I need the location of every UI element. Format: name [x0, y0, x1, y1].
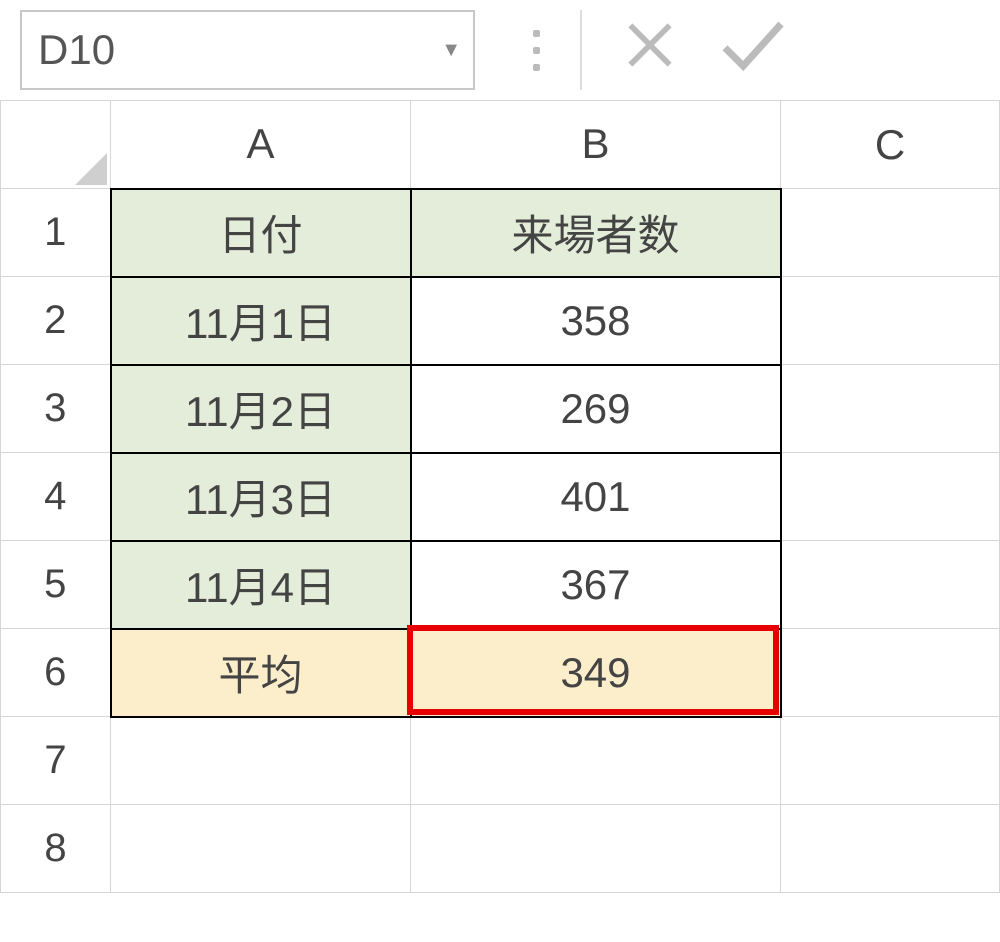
- dropdown-icon[interactable]: ▼: [441, 39, 461, 62]
- cell-A6[interactable]: 平均: [111, 629, 411, 717]
- cell-A8[interactable]: [111, 805, 411, 893]
- name-box[interactable]: D10 ▼: [20, 10, 475, 90]
- row-header-5[interactable]: 5: [1, 541, 111, 629]
- cell-B7[interactable]: [411, 717, 781, 805]
- name-box-value: D10: [38, 26, 115, 74]
- drag-handle-icon: [533, 30, 540, 71]
- cell-B6[interactable]: 349: [411, 629, 781, 717]
- spreadsheet-grid: A B C 1 日付 来場者数 2 11月1日 358 3 11月2日 269 …: [0, 100, 1000, 893]
- row-header-6[interactable]: 6: [1, 629, 111, 717]
- formula-bar: D10 ▼: [0, 0, 1000, 100]
- cell-C1[interactable]: [781, 189, 1000, 277]
- cell-C8[interactable]: [781, 805, 1000, 893]
- cell-A2[interactable]: 11月1日: [111, 277, 411, 365]
- row-header-1[interactable]: 1: [1, 189, 111, 277]
- separator: [580, 10, 582, 90]
- cell-C4[interactable]: [781, 453, 1000, 541]
- cell-B2[interactable]: 358: [411, 277, 781, 365]
- formula-bar-buttons: [493, 10, 788, 90]
- row-header-4[interactable]: 4: [1, 453, 111, 541]
- col-header-B[interactable]: B: [411, 101, 781, 189]
- row-header-7[interactable]: 7: [1, 717, 111, 805]
- select-all-corner[interactable]: [1, 101, 111, 189]
- cell-B5[interactable]: 367: [411, 541, 781, 629]
- cell-C6[interactable]: [781, 629, 1000, 717]
- row-header-2[interactable]: 2: [1, 277, 111, 365]
- cell-B8[interactable]: [411, 805, 781, 893]
- cell-C5[interactable]: [781, 541, 1000, 629]
- cell-B4[interactable]: 401: [411, 453, 781, 541]
- row-header-3[interactable]: 3: [1, 365, 111, 453]
- cell-A7[interactable]: [111, 717, 411, 805]
- cell-B1[interactable]: 来場者数: [411, 189, 781, 277]
- cancel-icon[interactable]: [622, 17, 678, 83]
- cell-A5[interactable]: 11月4日: [111, 541, 411, 629]
- cell-C7[interactable]: [781, 717, 1000, 805]
- cell-B3[interactable]: 269: [411, 365, 781, 453]
- confirm-icon[interactable]: [718, 10, 788, 90]
- col-header-A[interactable]: A: [111, 101, 411, 189]
- cell-A3[interactable]: 11月2日: [111, 365, 411, 453]
- cell-C3[interactable]: [781, 365, 1000, 453]
- row-header-8[interactable]: 8: [1, 805, 111, 893]
- cell-A1[interactable]: 日付: [111, 189, 411, 277]
- col-header-C[interactable]: C: [781, 101, 1000, 189]
- cell-C2[interactable]: [781, 277, 1000, 365]
- cell-A4[interactable]: 11月3日: [111, 453, 411, 541]
